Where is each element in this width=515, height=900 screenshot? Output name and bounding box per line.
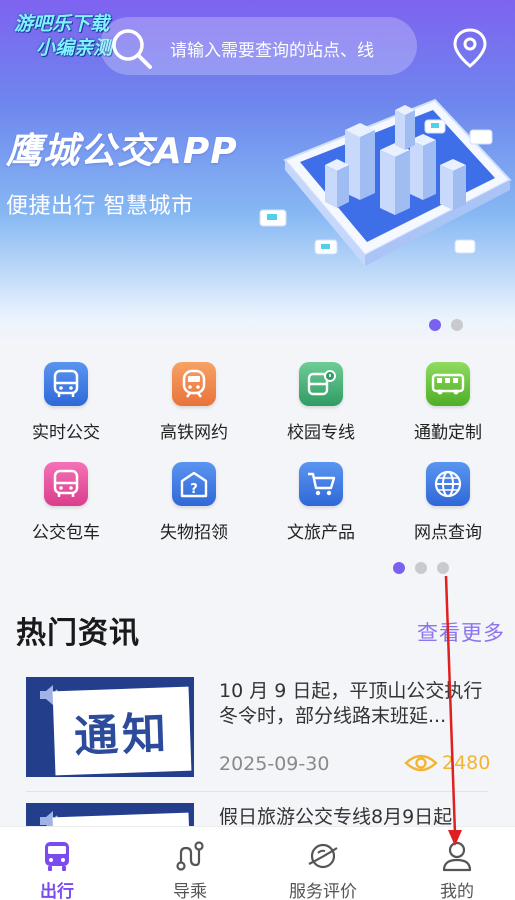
- banner-subtitle: 便捷出行 智慧城市: [6, 194, 194, 219]
- tab-guide[interactable]: 导乘: [135, 839, 245, 900]
- pagination-dot[interactable]: [415, 562, 427, 574]
- location-icon[interactable]: [452, 28, 488, 68]
- service-item-campus-line[interactable]: 校园专线: [266, 362, 376, 443]
- news-title: 10 月 9 日起，平顶山公交执行冬令时，部分线路末班延...: [219, 680, 483, 727]
- globe-icon: [426, 462, 470, 506]
- smart-city-illustration: [259, 98, 512, 266]
- news-item[interactable]: 通知 10 月 9 日起，平顶山公交执行冬令时，部分线路末班延... 2025-…: [26, 677, 496, 779]
- view-count: 2480: [404, 751, 490, 775]
- school-bus-icon: [299, 362, 343, 406]
- news-thumbnail: 通知: [26, 677, 194, 777]
- planet-icon: [308, 843, 338, 869]
- top-banner: 游吧乐下载 小编亲测 请输入需要查询的站点、线 鹰城公交APP 便捷出行 智慧城…: [0, 0, 515, 345]
- news-date: 2025-09-30: [219, 753, 330, 775]
- pagination-dot[interactable]: [451, 319, 463, 331]
- search-icon: [112, 29, 152, 69]
- bus-icon: [44, 362, 88, 406]
- service-item-outlet-search[interactable]: 网点查询: [393, 462, 503, 543]
- eye-icon: [404, 754, 438, 772]
- service-item-hsr-booking[interactable]: 高铁网约: [139, 362, 249, 443]
- banner-pagination: [429, 319, 463, 331]
- charter-bus-icon: [44, 462, 88, 506]
- service-item-realtime-bus[interactable]: 实时公交: [11, 362, 121, 443]
- search-input[interactable]: 请输入需要查询的站点、线: [170, 36, 374, 61]
- divider: [26, 791, 488, 792]
- grid-pagination: [393, 562, 449, 574]
- service-item-bus-charter[interactable]: 公交包车: [11, 462, 121, 543]
- pagination-dot[interactable]: [393, 562, 405, 574]
- service-item-culture-tourism[interactable]: 文旅产品: [266, 462, 376, 543]
- user-icon: [442, 841, 472, 872]
- news-heading: 热门资讯: [16, 616, 140, 651]
- view-more-link[interactable]: 查看更多: [417, 617, 505, 647]
- commuter-bus-icon: [426, 362, 470, 406]
- service-item-lost-found[interactable]: ? 失物招领: [139, 462, 249, 543]
- tab-travel[interactable]: 出行: [2, 839, 112, 900]
- bottom-tab-bar: 出行 导乘 服务评价 我的: [0, 826, 515, 900]
- watermark: 游吧乐下载 小编亲测: [14, 13, 113, 59]
- tab-profile[interactable]: 我的: [402, 839, 512, 900]
- lost-found-icon: ?: [172, 462, 216, 506]
- svg-text:?: ?: [190, 482, 198, 497]
- banner-title: 鹰城公交APP: [6, 131, 238, 172]
- pagination-dot[interactable]: [437, 562, 449, 574]
- cart-icon: [299, 462, 343, 506]
- tab-service-rating[interactable]: 服务评价: [268, 839, 378, 900]
- search-bar[interactable]: 请输入需要查询的站点、线: [100, 17, 417, 75]
- pagination-dot[interactable]: [429, 319, 441, 331]
- service-item-commuter[interactable]: 通勤定制: [393, 362, 503, 443]
- route-icon: [176, 841, 204, 871]
- bus-icon: [45, 842, 69, 871]
- train-icon: [172, 362, 216, 406]
